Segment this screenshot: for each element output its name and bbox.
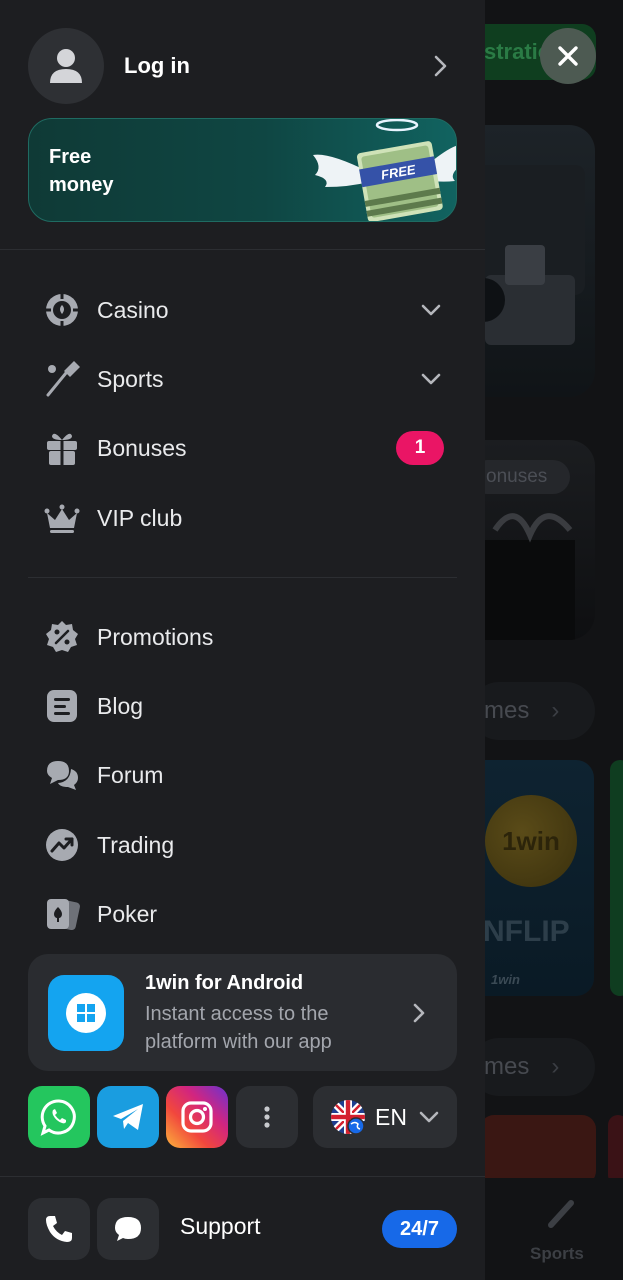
android-app-text: 1win for Android Instant access to the p… [145,970,407,1056]
menu-item-forum[interactable]: Forum [44,750,444,800]
windows-logo-icon [48,974,124,1051]
support-phone-button[interactable] [28,1198,90,1260]
free-money-line2: money [49,174,114,196]
login-row[interactable]: Log in [28,28,458,104]
menu-item-trading[interactable]: Trading [44,820,444,870]
trend-up-icon [44,827,80,863]
chat-bubbles-icon [44,757,80,793]
bg-game-card-2 [608,1115,623,1185]
casino-chip-icon [44,292,80,328]
menu-item-casino[interactable]: Casino [44,285,444,335]
side-menu-drawer: Log in Free money FREE Casino Sports Bon… [0,0,485,1280]
close-icon [558,46,578,66]
instagram-button[interactable] [166,1086,228,1148]
uk-flag-icon [331,1100,365,1134]
gift-icon [44,430,80,466]
divider [0,1176,485,1177]
language-code: EN [375,1103,407,1130]
chat-bubble-icon [115,1217,141,1241]
more-vertical-icon [264,1106,270,1128]
bonuses-count-badge: 1 [396,431,444,465]
telegram-button[interactable] [97,1086,159,1148]
bg-games-row: mes › [470,682,595,740]
language-selector[interactable]: EN [313,1086,457,1148]
instagram-icon [181,1101,213,1133]
menu-label-trading: Trading [97,831,175,858]
menu-label-promotions: Promotions [97,623,214,650]
bg-games-row-2: mes › [470,1038,595,1096]
bg-coinflip-title: NFLIP [483,915,570,948]
menu-item-blog[interactable]: Blog [44,681,444,731]
android-app-title: 1win for Android [145,971,304,994]
android-app-card[interactable]: 1win for Android Instant access to the p… [28,954,457,1071]
divider [0,249,485,250]
menu-label-blog: Blog [97,692,144,719]
chevron-down-icon[interactable] [418,366,444,392]
cricket-bat-icon [44,361,80,397]
crown-icon [44,500,80,536]
support-chat-button[interactable] [97,1198,159,1260]
close-menu-button[interactable] [540,28,596,84]
menu-label-poker: Poker [97,900,158,927]
divider [28,577,457,578]
menu-item-bonuses[interactable]: Bonuses 1 [44,423,444,473]
chevron-down-icon [419,1111,439,1123]
bg-nav-sports-label: Sports [530,1244,584,1263]
percent-badge-icon [44,619,80,655]
bg-coin: 1win [485,795,577,887]
more-social-button[interactable] [236,1086,298,1148]
document-icon [44,688,80,724]
avatar [28,28,104,104]
menu-item-vip-club[interactable]: VIP club [44,493,444,543]
chevron-right-icon [434,55,447,77]
free-money-banner[interactable]: Free money FREE [28,118,457,222]
menu-item-poker[interactable]: Poker [44,889,444,939]
bg-side-card [610,760,623,996]
menu-label-bonuses: Bonuses [97,434,187,461]
telegram-icon [113,1104,143,1130]
winged-money-illustration: FREE [313,119,456,221]
phone-icon [46,1216,72,1242]
menu-label-sports: Sports [97,365,164,392]
menu-label-casino: Casino [97,296,169,323]
bg-bonuses-pill: onuses [470,460,570,494]
menu-item-promotions[interactable]: Promotions [44,612,444,662]
support-hours-badge: 24/7 [382,1210,457,1248]
menu-item-sports[interactable]: Sports [44,354,444,404]
support-label: Support [180,1213,261,1239]
chevron-right-icon [413,1003,425,1022]
menu-label-vip-club: VIP club [97,504,183,531]
chevron-down-icon[interactable] [418,297,444,323]
free-money-text: Free money [49,143,169,199]
user-icon [50,49,82,83]
menu-label-forum: Forum [97,761,164,788]
whatsapp-button[interactable] [28,1086,90,1148]
free-money-line1: Free [49,146,92,168]
login-label: Log in [124,53,190,78]
android-app-subtitle: Instant access to the platform with our … [145,1002,332,1053]
cards-icon [44,896,80,932]
whatsapp-icon [40,1099,76,1136]
bg-game-card [480,1115,596,1185]
bg-coinflip-brand: 1win [491,972,520,987]
bg-sports-nav-icon [548,1200,574,1228]
